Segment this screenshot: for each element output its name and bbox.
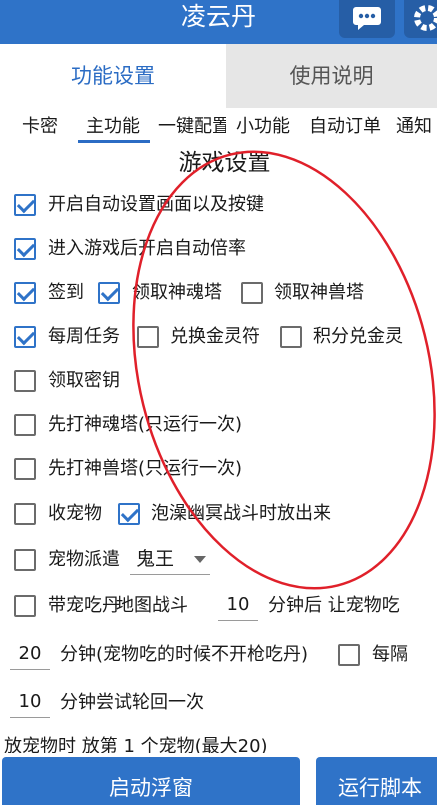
interval-label: 每隔 [372,644,408,665]
main-tabs: 功能设置 使用说明 [0,44,437,108]
exchange-spirit-label: 兑换金灵符 [170,326,260,347]
run-script-button[interactable]: 运行脚本 [316,757,437,805]
first-beast-label: 先打神兽塔(只运行一次) [48,458,243,479]
subtab-one-click-config[interactable]: 一键配置 [158,108,226,148]
auto-speed-label: 进入游戏后开启自动倍率 [48,238,246,259]
dropdown-arrow-icon [194,556,206,563]
pet-pill-checkbox[interactable] [14,595,36,617]
auto-setup-label: 开启自动设置画面以及按键 [48,194,264,215]
signin-checkbox[interactable] [14,282,36,304]
weekly-label: 每周任务 [48,326,120,347]
option-row: 开启自动设置画面以及按键 [0,185,437,225]
release-pet-label: 泡澡幽冥战斗时放出来 [151,503,331,524]
pet-dispatch-select[interactable]: 鬼王 [130,545,210,575]
chat-button[interactable] [339,0,395,38]
soul-tower-checkbox[interactable] [98,282,120,304]
option-row: 宠物派遣 鬼王 [0,539,437,579]
subtab-auto-order[interactable]: 自动订单 [309,108,385,148]
option-row: 带宠吃丹 地图战斗 10 分钟后 让宠物吃 [0,586,437,626]
soul-tower-label: 领取神魂塔 [132,282,222,303]
key-label: 领取密钥 [48,370,120,391]
settings-button[interactable] [404,0,437,38]
points-spirit-checkbox[interactable] [280,326,302,348]
sub-tabs: 卡密 主功能 一键配置 小功能 自动订单 通知 [0,108,437,148]
section-title: 游戏设置 [178,150,271,176]
subtab-small-function[interactable]: 小功能 [236,108,296,148]
auto-speed-checkbox[interactable] [14,238,36,260]
interval-checkbox[interactable] [338,644,360,666]
option-row: 签到 领取神魂塔 领取神兽塔 [0,273,437,313]
title-bar: 凌云丹 [0,0,437,44]
key-checkbox[interactable] [14,370,36,392]
exchange-spirit-checkbox[interactable] [137,326,159,348]
auto-setup-checkbox[interactable] [14,194,36,216]
first-beast-checkbox[interactable] [14,458,36,480]
after-label: 分钟后 让宠物吃 [268,595,400,616]
pill-note-label: 分钟(宠物吃的时候不开枪吃丹) [60,644,309,665]
minutes-input[interactable]: 10 [218,591,258,621]
subtab-notify[interactable]: 通知 [396,108,437,148]
subtab-card-key[interactable]: 卡密 [22,108,66,148]
retry-minutes-input[interactable]: 10 [10,688,50,718]
tab-instructions[interactable]: 使用说明 [226,44,437,108]
option-row: 每周任务 兑换金灵符 积分兑金灵 [0,317,437,357]
option-row: 进入游戏后开启自动倍率 [0,229,437,269]
option-row: 20 分钟(宠物吃的时候不开枪吃丹) 每隔 [0,635,437,675]
pet-dispatch-label: 宠物派遣 [48,549,120,570]
pill-minutes-input[interactable]: 20 [10,640,50,670]
gear-icon [414,5,437,31]
first-soul-label: 先打神魂塔(只运行一次) [48,414,243,435]
pet-pill-label: 带宠吃丹 [48,595,120,616]
collect-pet-label: 收宠物 [48,503,102,524]
pet-dispatch-selected: 鬼王 [136,548,175,570]
signin-label: 签到 [48,282,84,303]
retry-label: 分钟尝试轮回一次 [60,692,204,713]
weekly-checkbox[interactable] [14,326,36,348]
map-fight-label: 地图战斗 [116,595,188,616]
beast-tower-checkbox[interactable] [241,282,263,304]
release-pet-order-text: 放宠物时 放第 1 个宠物(最大20) [4,736,268,753]
option-row: 先打神兽塔(只运行一次) [0,449,437,489]
option-row: 10 分钟尝试轮回一次 [0,683,437,723]
first-soul-checkbox[interactable] [14,414,36,436]
points-spirit-label: 积分兑金灵 [313,326,403,347]
collect-pet-checkbox[interactable] [14,503,36,525]
option-row: 领取密钥 [0,361,437,401]
chat-bubble-icon [353,7,381,30]
option-row: 收宠物 泡澡幽冥战斗时放出来 [0,494,437,534]
active-subtab-indicator [78,140,150,143]
release-pet-checkbox[interactable] [118,503,140,525]
pet-dispatch-checkbox[interactable] [14,549,36,571]
start-float-window-button[interactable]: 启动浮窗 [2,757,300,805]
option-row: 先打神魂塔(只运行一次) [0,405,437,445]
tab-function-settings[interactable]: 功能设置 [0,44,226,108]
beast-tower-label: 领取神兽塔 [274,282,364,303]
